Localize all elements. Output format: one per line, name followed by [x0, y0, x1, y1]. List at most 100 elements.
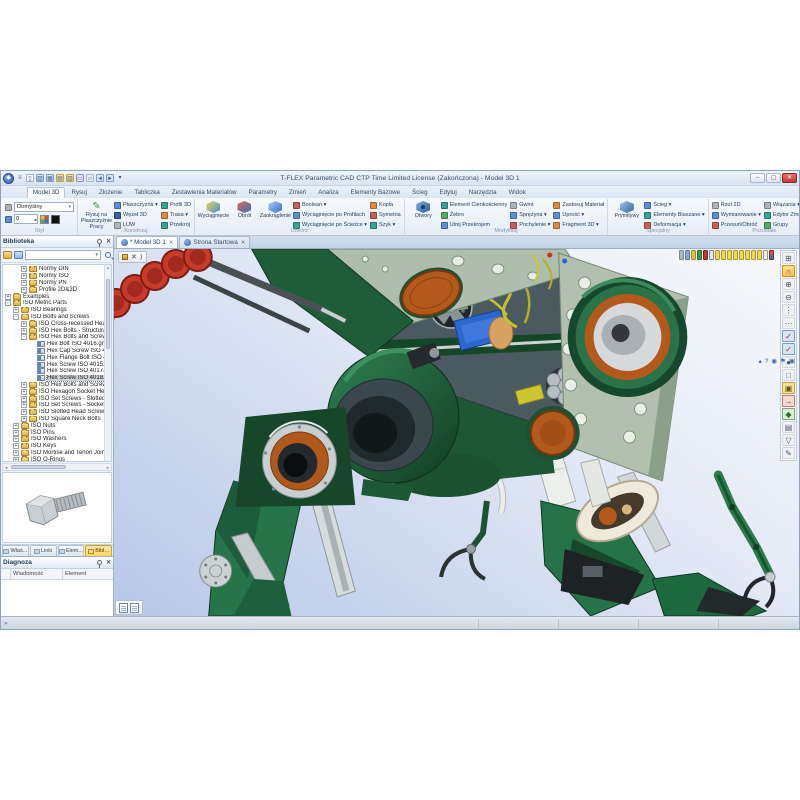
ribbon-item[interactable]: Trasa ▾	[161, 210, 191, 220]
snap-axis-icon[interactable]	[733, 250, 738, 260]
annotate-icon[interactable]: ✎	[782, 447, 795, 459]
tree-item[interactable]: + ISO Hex Bolts - Structural	[3, 327, 111, 334]
tree-expander-icon[interactable]: +	[21, 416, 27, 422]
measure-h-icon[interactable]: ⋯	[782, 317, 795, 329]
render-icon[interactable]: ◆	[782, 408, 795, 420]
ribbon-tab[interactable]: Narzędzia	[463, 187, 503, 198]
tree-expander-icon[interactable]: +	[13, 430, 19, 436]
tree-item[interactable]: + ISO Pins	[3, 429, 111, 436]
check-body-icon[interactable]: ✓	[782, 330, 795, 342]
tree-expander-icon[interactable]: +	[21, 287, 27, 293]
filter-funnel-yellow-icon[interactable]	[691, 250, 696, 260]
tree-expander-icon[interactable]: +	[21, 409, 27, 415]
snap-lcs-icon[interactable]	[757, 250, 762, 260]
cancel-x-icon[interactable]	[703, 250, 708, 260]
primitives-button[interactable]: Prymitywy	[611, 200, 642, 228]
tree-item[interactable]: - ISO Metric Parts	[3, 300, 111, 307]
wireframe-view-icon[interactable]: □	[782, 369, 795, 381]
tree-item[interactable]: + ISO Nuts	[3, 422, 111, 429]
panel-tab[interactable]: Elem...	[58, 545, 85, 556]
measure-v-icon[interactable]: ⋮	[782, 304, 795, 316]
ribbon-tab[interactable]: Rysuj	[65, 187, 92, 198]
snap-plane-icon[interactable]	[739, 250, 744, 260]
tree-expander-icon[interactable]: +	[13, 457, 19, 462]
tree-item[interactable]: Hex Screw ISO 4017.grb	[3, 368, 111, 375]
close-tab-icon[interactable]: ✕	[241, 240, 246, 246]
tree-expander-icon[interactable]: +	[13, 443, 19, 449]
tree-expander-icon[interactable]: +	[13, 307, 19, 313]
pin-icon[interactable]	[97, 560, 102, 565]
diag-col-message[interactable]: Wiadomość	[11, 569, 63, 579]
ribbon-item[interactable]: Sprężyna ▾	[510, 210, 550, 220]
search-icon[interactable]	[105, 252, 111, 258]
tree-expander-icon[interactable]: +	[21, 266, 27, 272]
status-expand-icon[interactable]: »	[4, 620, 8, 627]
tree-item[interactable]: + ISO Mortise and Tenon Joints	[3, 450, 111, 457]
document-tab[interactable]: Strona Startowa ✕	[179, 236, 250, 248]
library-search-input[interactable]: ▾	[25, 250, 101, 260]
ribbon-tab[interactable]: Parametry	[242, 187, 283, 198]
cancel-command-icon[interactable]: ✕	[131, 253, 137, 261]
minimize-button[interactable]: –	[750, 173, 765, 183]
ribbon-tab[interactable]: Zmień	[283, 187, 312, 198]
style-select[interactable]: Domyślny▾	[14, 202, 74, 212]
tree-item[interactable]: + Normy ISO	[3, 273, 111, 280]
tree-item[interactable]: Hex Screw ISO 4015.grb	[3, 361, 111, 368]
page-2-tab[interactable]	[130, 603, 139, 613]
apply-check-icon[interactable]	[697, 250, 702, 260]
ribbon-big-button[interactable]: Wyciągnięcie	[198, 200, 229, 228]
holes-button[interactable]: Otwory	[408, 200, 439, 228]
select-grid-icon[interactable]	[709, 250, 714, 260]
tree-item[interactable]: + ISO Bearings	[3, 307, 111, 314]
zoom-area-icon[interactable]: ⊕	[782, 278, 795, 290]
close-panel-icon[interactable]: ✕	[106, 560, 111, 566]
tree-item[interactable]: + Examples	[3, 293, 111, 300]
fill-swatch[interactable]	[51, 215, 60, 224]
tree-item[interactable]: + ISO Hex Bolts and Screws - Fin...	[3, 382, 111, 389]
ribbon-item[interactable]: Wiązania ▾	[764, 200, 799, 210]
layout-icon[interactable]: ▣	[789, 357, 795, 367]
tree-expander-icon[interactable]: +	[13, 423, 19, 429]
check-faces-icon[interactable]: ✓	[782, 343, 795, 355]
tree-item[interactable]: + ISO O-Rings	[3, 456, 111, 462]
maximize-button[interactable]: ▢	[766, 173, 781, 183]
ribbon-item[interactable]: Elementy Blaszane ▾	[644, 210, 704, 220]
materials-icon[interactable]: ▣	[782, 382, 795, 394]
snap-magnet-icon[interactable]: ∩	[782, 265, 795, 277]
minimize-ribbon-icon[interactable]: ▴	[758, 357, 761, 367]
tree-expander-icon[interactable]: +	[21, 396, 27, 402]
page-1-tab[interactable]	[119, 603, 128, 613]
tree-expander-icon[interactable]: +	[13, 450, 19, 456]
add-library-icon[interactable]	[3, 251, 12, 259]
pin-icon[interactable]	[97, 239, 102, 244]
ribbon-item[interactable]: Zastosuj Materiał	[553, 200, 604, 210]
line-width-stepper[interactable]: 0▴▾	[14, 214, 38, 224]
ribbon-item[interactable]: Żebro	[441, 210, 507, 220]
tree-vertical-scrollbar[interactable]: ▲	[104, 265, 111, 461]
ribbon-tab[interactable]: Złożenie	[93, 187, 128, 198]
tree-item[interactable]: Hex Cap Screw ISO 4014...	[3, 348, 111, 355]
filter-funnel-blue-icon[interactable]	[685, 250, 690, 260]
ribbon-item[interactable]: Boolean ▾	[293, 200, 367, 210]
ribbon-tab[interactable]: Zestawienia Materiałów	[166, 187, 243, 198]
tree-item[interactable]: - ISO Bolts and Screws	[3, 314, 111, 321]
expand-toolbar-icon[interactable]: ⟩	[140, 253, 143, 261]
ribbon-item[interactable]: Węzeł 3D	[114, 210, 158, 220]
ribbon-tab[interactable]: Edytuj	[434, 187, 463, 198]
tree-item[interactable]: + ISO Washers	[3, 436, 111, 443]
tree-item[interactable]: Hex Bolt ISO 4016.grb	[3, 341, 111, 348]
tree-item[interactable]: + ISO Set Screws - Slotted	[3, 395, 111, 402]
tree-item[interactable]: + Normy PN	[3, 280, 111, 287]
tree-expander-icon[interactable]: +	[21, 280, 27, 286]
filter-funnel-icon[interactable]	[679, 250, 684, 260]
ribbon-item[interactable]: Edytor Zmiennych	[764, 210, 799, 220]
open-library-icon[interactable]	[14, 251, 23, 259]
ribbon-tab[interactable]: Analiza	[312, 187, 344, 198]
panel-tab[interactable]: Bibl...	[85, 545, 112, 556]
snap-body-icon[interactable]	[751, 250, 756, 260]
tree-expander-icon[interactable]: -	[5, 300, 11, 306]
tree-horizontal-scrollbar[interactable]: ◄►	[2, 463, 112, 471]
tree-expander-icon[interactable]: +	[21, 402, 27, 408]
draw-on-workplane-button[interactable]: ✎ Rysuj na Płaszczyźnie Pracy	[81, 200, 112, 228]
clip-plane-icon[interactable]: ▽	[782, 434, 795, 446]
